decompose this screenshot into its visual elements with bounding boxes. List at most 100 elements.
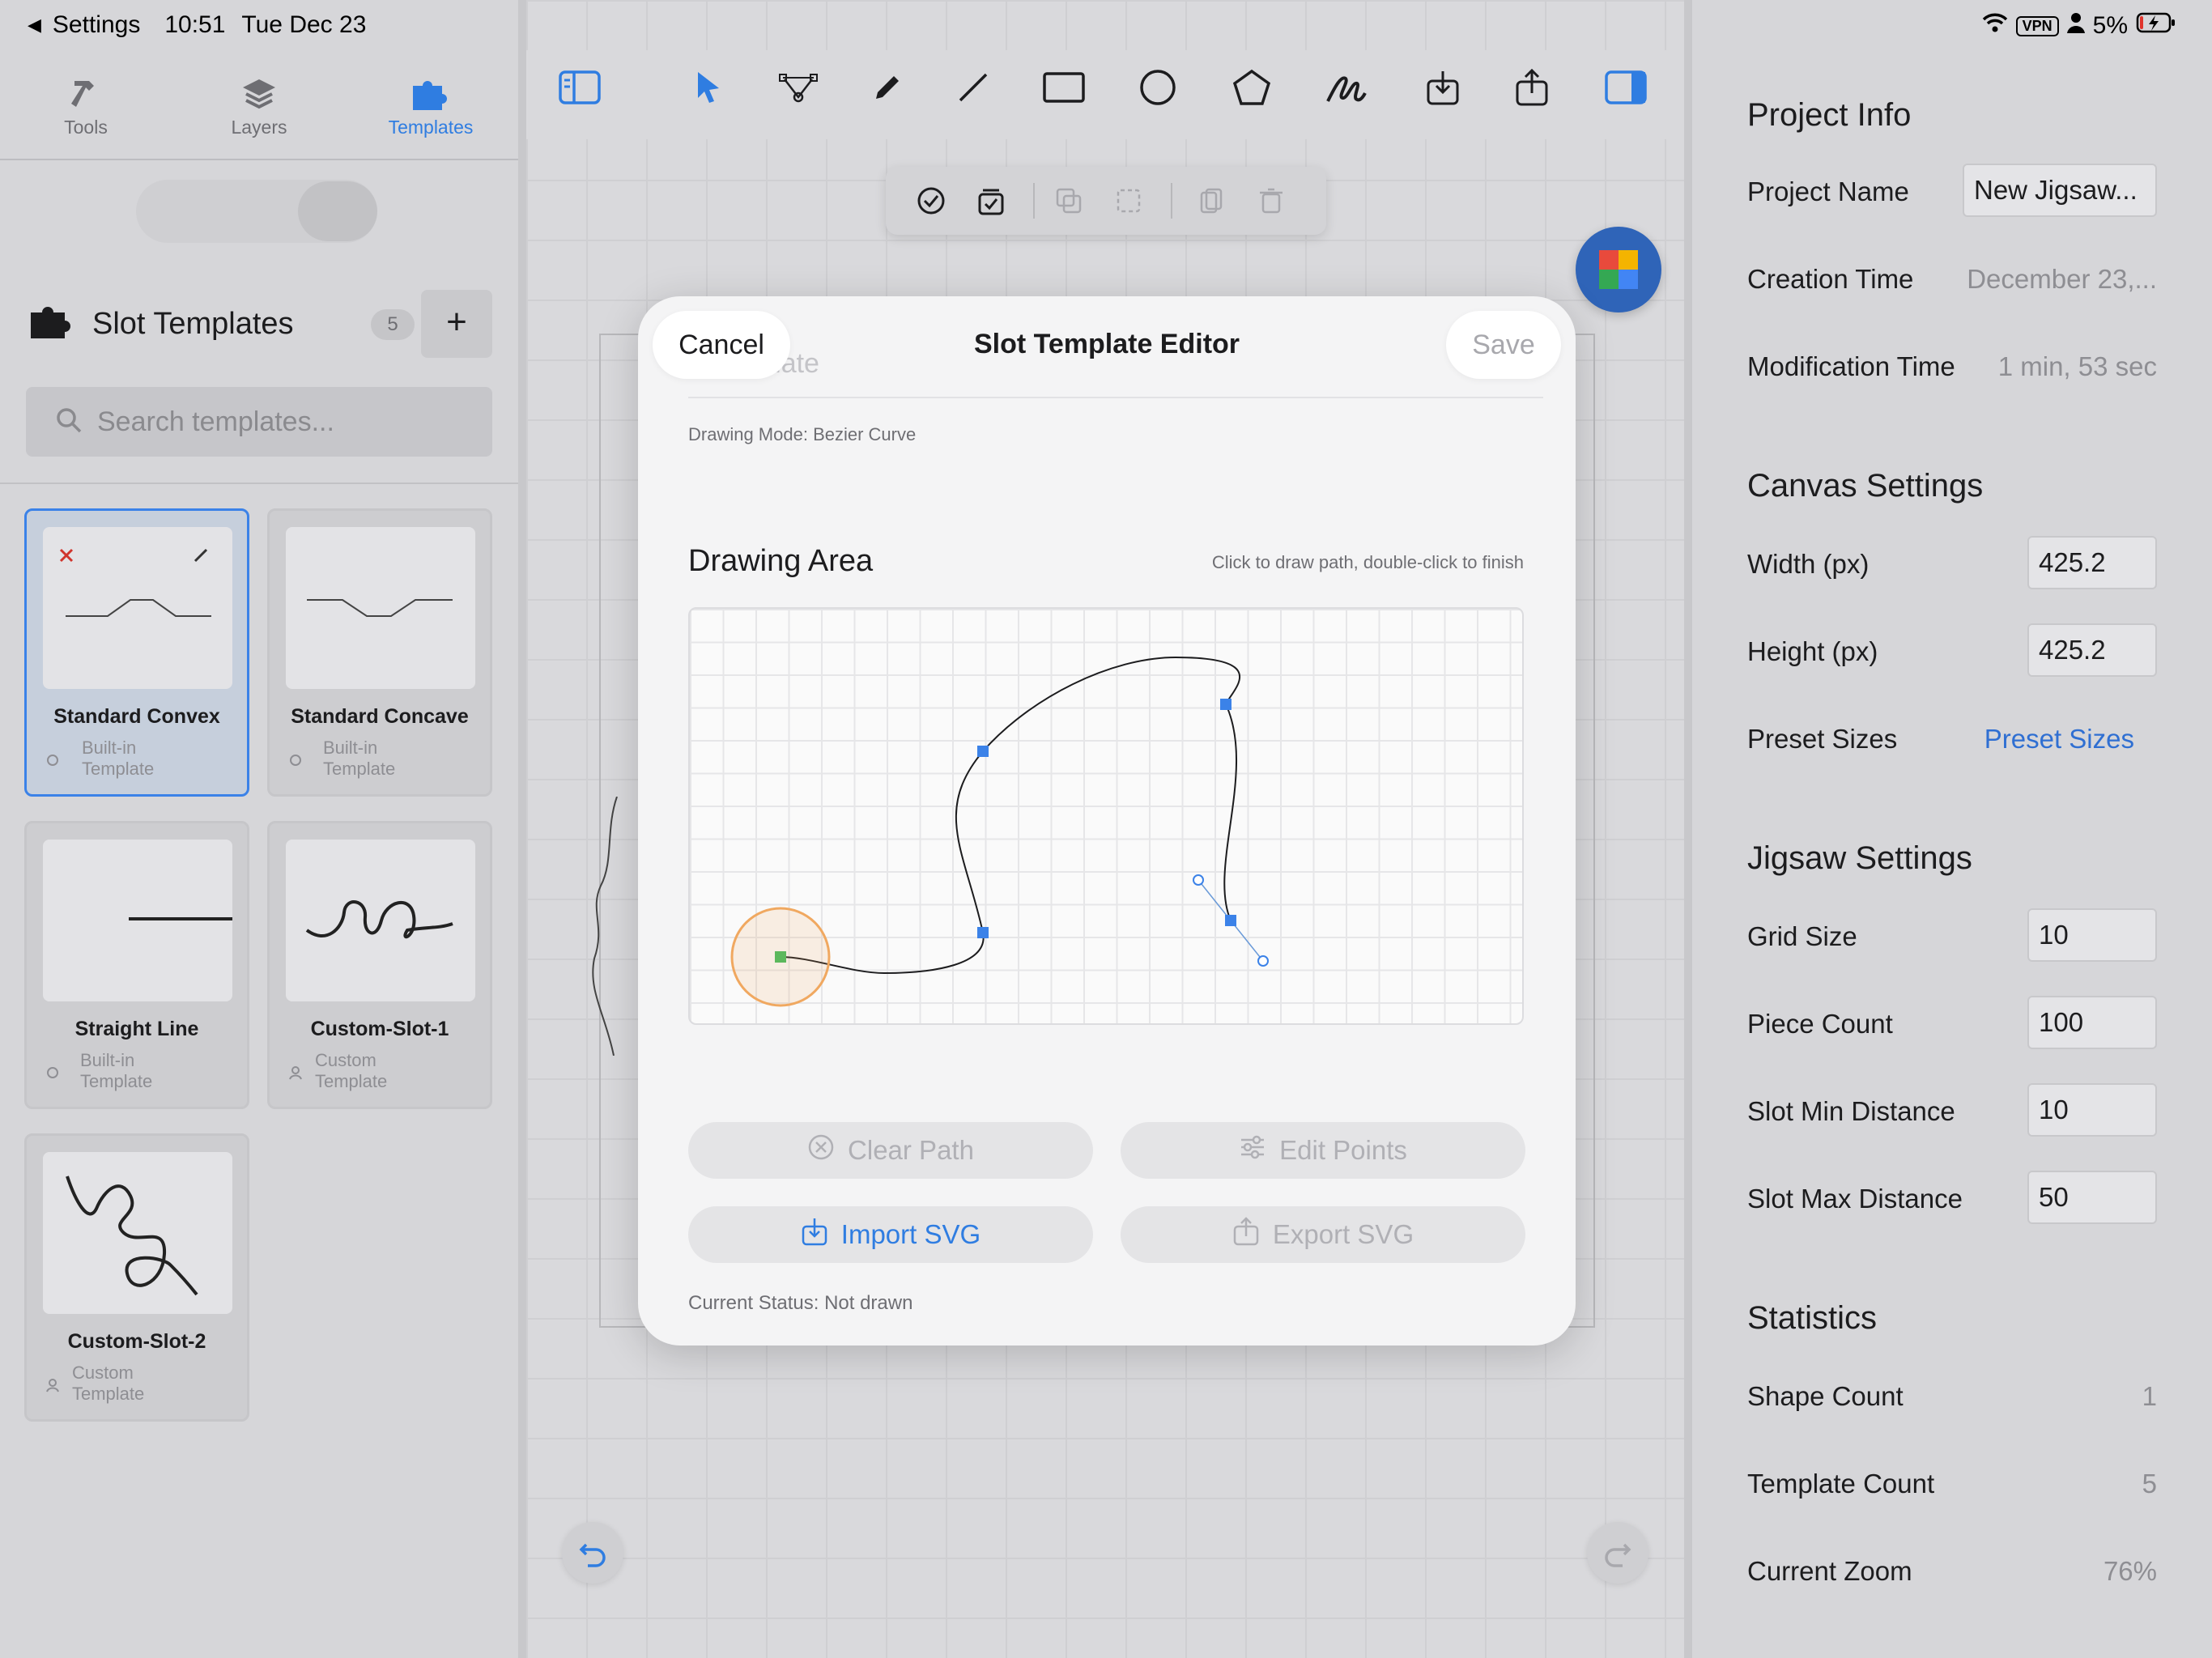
drawing-mode-label: Drawing Mode: Bezier Curve	[688, 424, 917, 444]
slot-min-distance-label: Slot Min Distance	[1747, 1096, 1955, 1126]
anchor-point[interactable]	[1225, 915, 1236, 926]
slot-templates-header: Slot Templates 5 +	[28, 290, 492, 358]
template-kind: Built-in Template	[82, 738, 155, 779]
toggle-right-panel-button[interactable]	[1602, 63, 1650, 112]
rectangle-icon[interactable]	[1040, 63, 1088, 112]
toggle-left-sidebar-button[interactable]	[555, 63, 604, 112]
template-count-label: Template Count	[1747, 1469, 1935, 1499]
start-point[interactable]	[775, 951, 786, 963]
preset-sizes-link[interactable]: Preset Sizes	[1984, 724, 2134, 755]
statistics-heading: Statistics	[1747, 1300, 1878, 1336]
mode-toggle[interactable]	[136, 180, 377, 243]
template-kind: Built-in Template	[323, 738, 396, 779]
select-all-icon[interactable]	[973, 183, 1009, 219]
person-icon	[45, 1377, 61, 1397]
grid-size-field[interactable]: 10	[2027, 908, 2157, 962]
pen-icon[interactable]	[863, 63, 912, 112]
toolbar-divider	[1171, 183, 1172, 219]
jigsaw-settings-heading: Jigsaw Settings	[1747, 840, 1972, 876]
back-to-settings-link[interactable]: Settings	[53, 11, 140, 39]
template-card-standard-convex[interactable]: Standard Convex Built-in Template	[24, 508, 249, 797]
template-card-straight-line[interactable]: Straight Line Built-in Template	[24, 821, 249, 1109]
sidebar-divider	[0, 483, 518, 484]
tab-layers-label: Layers	[231, 117, 287, 138]
selection-toolbar	[886, 167, 1326, 235]
bezier-path	[780, 656, 1241, 975]
anchor-point[interactable]	[1220, 699, 1231, 710]
vpn-badge: VPN	[2015, 15, 2059, 36]
template-thumbnail	[286, 840, 475, 1001]
width-field[interactable]: 425.2	[2027, 536, 2157, 589]
polygon-icon[interactable]	[1227, 63, 1276, 112]
project-info-heading: Project Info	[1747, 97, 1912, 133]
right-divider[interactable]	[1684, 0, 1692, 1658]
modal-header: Cancel Slot Template Editor Save	[638, 296, 1576, 397]
template-card-custom-slot-2[interactable]: Custom-Slot-2 Custom Template	[24, 1133, 249, 1422]
search-input[interactable]: Search templates...	[97, 406, 334, 438]
template-card-standard-concave[interactable]: Standard Concave Built-in Template	[267, 508, 492, 797]
line-tool-icon[interactable]	[949, 63, 998, 112]
creation-time-value: December 23,...	[1967, 264, 2157, 294]
deselect-icon[interactable]	[1111, 183, 1146, 219]
duplicate-icon[interactable]	[1051, 183, 1087, 219]
delete-icon[interactable]	[56, 545, 77, 570]
search-templates-field[interactable]: Search templates...	[26, 387, 492, 457]
select-arrow-icon[interactable]	[683, 63, 732, 112]
undo-button[interactable]	[562, 1522, 623, 1584]
template-name: Standard Convex	[53, 705, 220, 728]
piece-count-label: Piece Count	[1747, 1009, 1893, 1039]
anchor-point[interactable]	[977, 746, 989, 757]
back-arrow-icon[interactable]: ◀	[28, 15, 41, 36]
add-template-button[interactable]: +	[421, 290, 492, 358]
template-name: Custom-Slot-2	[67, 1330, 206, 1353]
save-button[interactable]: Save	[1446, 311, 1561, 379]
person-icon	[287, 1065, 304, 1085]
clear-path-button[interactable]: Clear Path	[688, 1122, 1093, 1179]
left-divider[interactable]	[518, 0, 526, 1658]
height-field[interactable]: 425.2	[2027, 623, 2157, 677]
circle-icon[interactable]	[1134, 63, 1182, 112]
drawing-area-hint: Click to draw path, double-click to fini…	[1211, 552, 1524, 572]
shape-count-value: 1	[2142, 1381, 2157, 1411]
template-thumbnail	[286, 527, 475, 689]
edit-pencil-icon[interactable]	[190, 545, 211, 570]
tab-tools[interactable]: Tools	[13, 71, 159, 138]
bezier-node-icon[interactable]	[774, 63, 823, 112]
bezier-path-canvas[interactable]	[690, 609, 1524, 1025]
share-icon[interactable]	[1508, 63, 1556, 112]
template-name: Standard Concave	[291, 705, 469, 728]
clear-path-label: Clear Path	[848, 1135, 974, 1165]
import-icon	[801, 1217, 828, 1252]
redo-button[interactable]	[1587, 1522, 1648, 1584]
puzzle-app-icon[interactable]	[1576, 227, 1661, 312]
anchor-point[interactable]	[977, 927, 989, 938]
export-svg-button[interactable]: Export SVG	[1121, 1206, 1525, 1263]
template-card-custom-slot-1[interactable]: Custom-Slot-1 Custom Template	[267, 821, 492, 1109]
template-count-badge: 5	[371, 309, 415, 340]
copy-icon[interactable]	[1193, 183, 1229, 219]
preset-sizes-label: Preset Sizes	[1747, 724, 1898, 754]
download-icon[interactable]	[1419, 63, 1467, 112]
battery-percent: 5%	[2092, 12, 2128, 39]
check-circle-icon[interactable]	[913, 183, 949, 219]
import-svg-button[interactable]: Import SVG	[688, 1206, 1093, 1263]
gear-icon	[45, 752, 61, 772]
slot-min-distance-field[interactable]: 10	[2027, 1083, 2157, 1137]
control-handle[interactable]	[1257, 955, 1269, 967]
tab-layers[interactable]: Layers	[186, 71, 332, 138]
freehand-icon[interactable]	[1321, 63, 1370, 112]
tab-tools-label: Tools	[64, 117, 108, 138]
status-bar: ◀ Settings 10:51 Tue Dec 23 VPN 5%	[0, 0, 2212, 50]
tab-templates[interactable]: Templates	[358, 71, 504, 138]
sliders-icon	[1239, 1133, 1266, 1167]
piece-count-field[interactable]: 100	[2027, 996, 2157, 1049]
drawing-area[interactable]	[688, 607, 1524, 1025]
grid-size-label: Grid Size	[1747, 921, 1857, 951]
template-thumbnail	[43, 840, 232, 1001]
current-zoom-value: 76%	[2103, 1556, 2157, 1586]
control-handle[interactable]	[1193, 874, 1204, 886]
slot-max-distance-field[interactable]: 50	[2027, 1171, 2157, 1224]
edit-points-button[interactable]: Edit Points	[1121, 1122, 1525, 1179]
trash-icon[interactable]	[1253, 183, 1289, 219]
project-name-field[interactable]: New Jigsaw...	[1963, 164, 2157, 217]
